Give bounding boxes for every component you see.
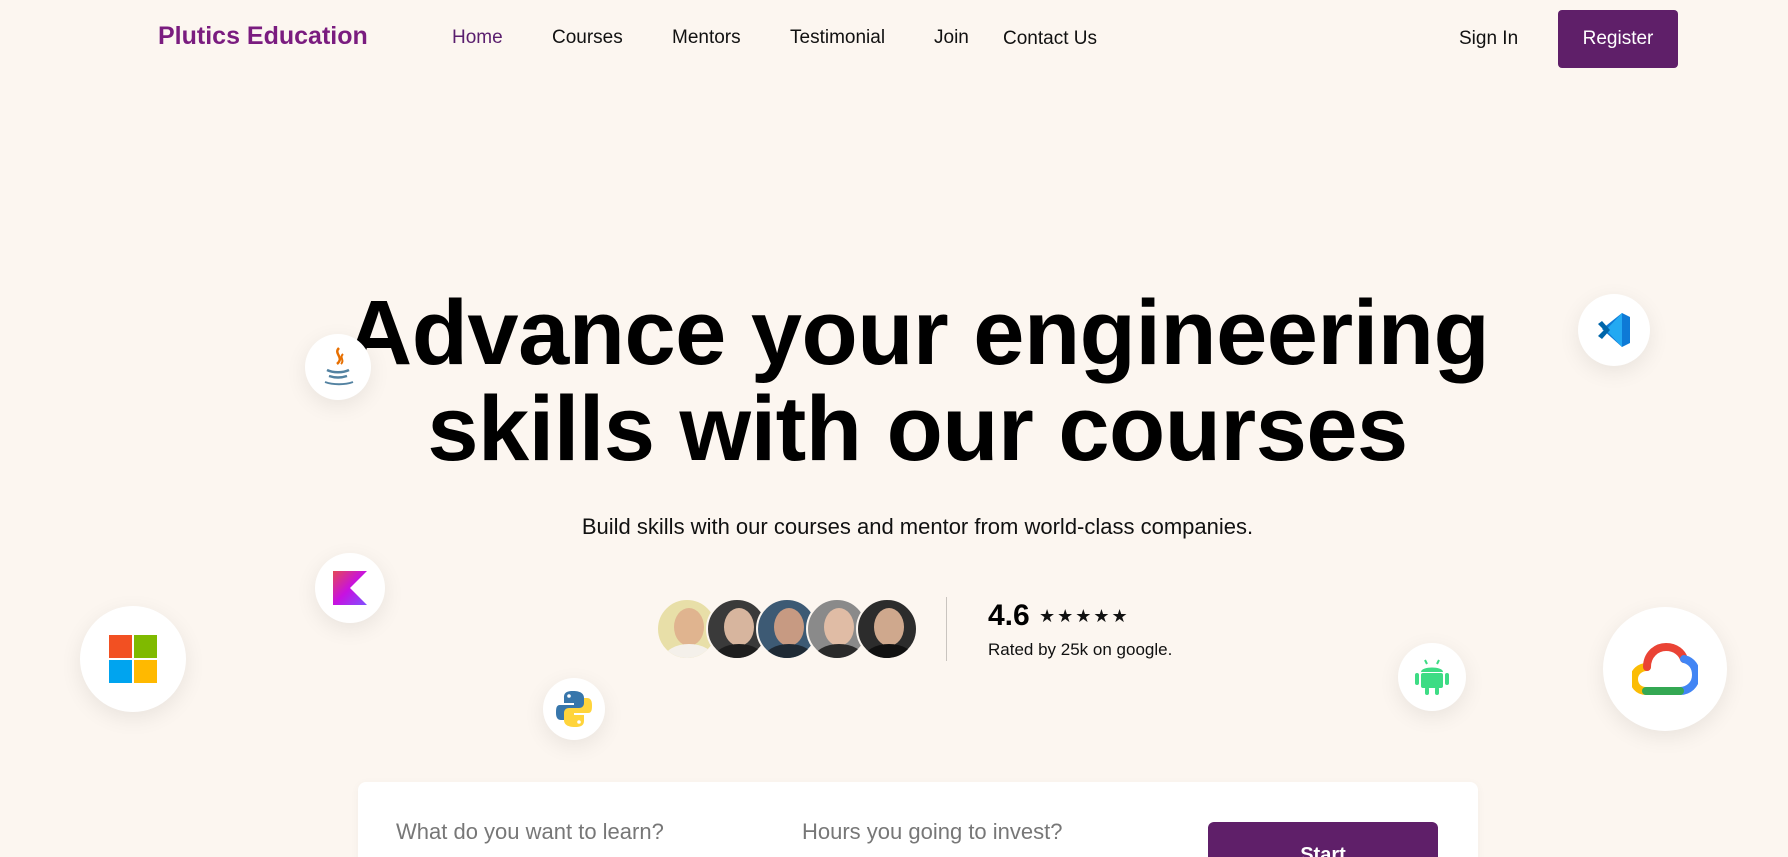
hours-input[interactable] — [802, 812, 1162, 852]
learn-input[interactable] — [396, 812, 756, 852]
avatar-shoulders — [664, 644, 714, 658]
avatar-face — [824, 608, 854, 646]
google-cloud-icon — [1603, 607, 1727, 731]
reviewer-avatars — [656, 598, 926, 660]
nav-contact-us[interactable]: Contact Us — [1003, 28, 1097, 50]
sign-in-link[interactable]: Sign In — [1459, 28, 1518, 50]
hero-title-line-2: skills with our courses — [427, 378, 1408, 480]
rating-note: Rated by 25k on google. — [988, 640, 1173, 659]
python-icon — [543, 678, 605, 740]
brand-logo[interactable]: Plutics Education — [158, 22, 368, 51]
avatar — [856, 598, 918, 660]
java-icon — [305, 334, 371, 400]
hero-title: Advance your engineering skills with our… — [0, 285, 1788, 477]
avatar-shoulders — [864, 644, 914, 658]
vscode-icon — [1578, 294, 1650, 366]
rating-stars: ★★★★★ — [1039, 606, 1130, 626]
nav-testimonial[interactable]: Testimonial — [790, 27, 885, 49]
kotlin-icon — [315, 553, 385, 623]
avatar-face — [774, 608, 804, 646]
top-nav: Plutics Education Home Courses Mentors T… — [0, 0, 1788, 78]
avatar-face — [724, 608, 754, 646]
avatar-shoulders — [814, 644, 864, 658]
hero-subtitle: Build skills with our courses and mentor… — [581, 514, 1254, 539]
rating-divider — [946, 597, 947, 661]
search-card: Start — [358, 782, 1478, 857]
avatar-shoulders — [714, 644, 764, 658]
start-button[interactable]: Start — [1208, 822, 1438, 857]
rating-value: 4.6 — [988, 599, 1030, 632]
nav-join[interactable]: Join — [934, 27, 969, 49]
android-icon — [1398, 643, 1466, 711]
microsoft-icon — [80, 606, 186, 712]
nav-courses[interactable]: Courses — [552, 27, 623, 49]
hero-title-line-1: Advance your engineering — [345, 282, 1490, 384]
avatar-face — [874, 608, 904, 646]
avatar-shoulders — [764, 644, 814, 658]
register-button[interactable]: Register — [1558, 10, 1678, 68]
avatar-face — [674, 608, 704, 646]
nav-mentors[interactable]: Mentors — [672, 27, 741, 49]
nav-home[interactable]: Home — [452, 27, 503, 49]
